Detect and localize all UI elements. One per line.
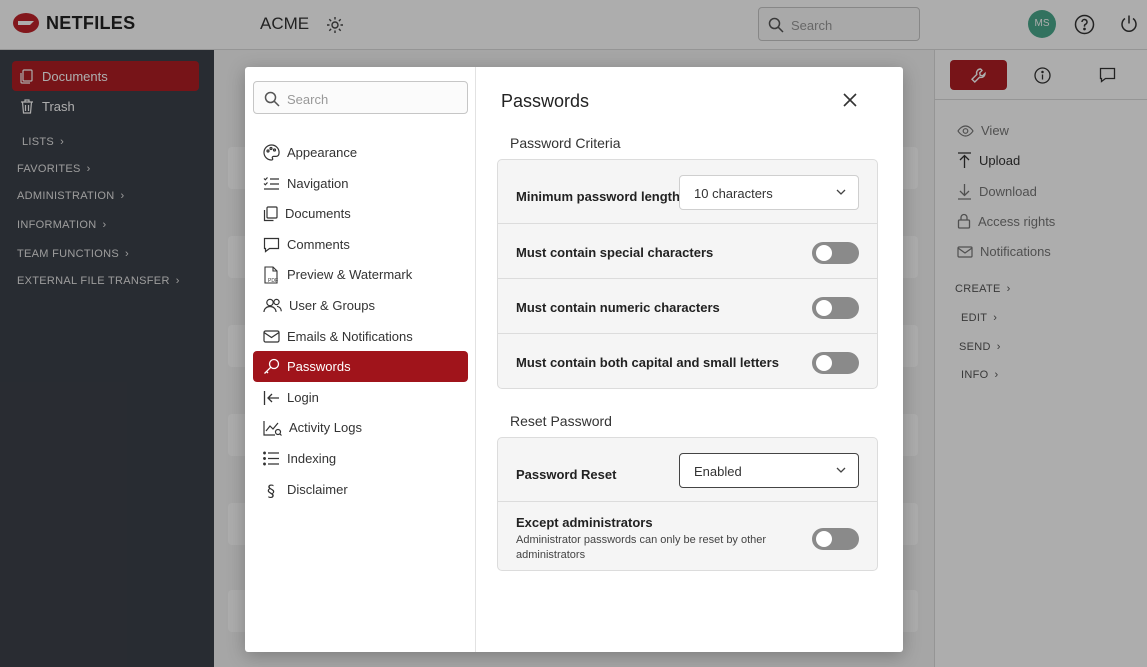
setting-row-min-length: Minimum password length 10 characters	[498, 160, 877, 224]
list-icon	[263, 451, 279, 466]
nav-label: Emails & Notifications	[287, 329, 413, 344]
checklist-icon	[263, 177, 279, 190]
login-icon	[263, 390, 279, 405]
chevron-down-icon	[836, 467, 846, 473]
search-icon	[264, 91, 280, 107]
reset-password-card: Password Reset Enabled Except administra…	[497, 437, 878, 571]
nav-login[interactable]: Login	[253, 382, 468, 413]
nav-passwords[interactable]: Passwords	[253, 351, 468, 382]
nav-disclaimer[interactable]: § Disclaimer	[253, 474, 468, 505]
setting-description: Administrator passwords can only be rese…	[516, 534, 767, 561]
nav-label: Appearance	[287, 145, 358, 160]
setting-label: Minimum password length	[516, 189, 680, 204]
nav-label: Indexing	[287, 451, 337, 466]
envelope-icon	[263, 330, 280, 343]
nav-label: Activity Logs	[289, 420, 362, 435]
special-characters-toggle[interactable]	[812, 242, 859, 264]
palette-icon	[263, 144, 280, 161]
setting-label: Password Reset	[516, 467, 617, 482]
setting-label: Must contain numeric characters	[516, 300, 720, 315]
setting-row-reset: Password Reset Enabled	[498, 438, 877, 502]
settings-dialog: Search Appearance Navigation Documents C…	[245, 67, 903, 652]
settings-content: Passwords Password Criteria Minimum pass…	[476, 67, 903, 652]
nav-label: Documents	[285, 206, 351, 221]
section-title-criteria: Password Criteria	[510, 135, 621, 151]
chevron-down-icon	[836, 189, 846, 195]
setting-row-special: Must contain special characters	[498, 224, 877, 279]
select-value: Enabled	[694, 464, 742, 479]
password-reset-select[interactable]: Enabled	[679, 453, 859, 488]
documents-icon	[263, 205, 278, 221]
nav-label: Navigation	[287, 176, 349, 191]
nav-label: Login	[287, 390, 319, 405]
nav-emails-notifications[interactable]: Emails & Notifications	[253, 321, 468, 352]
nav-label: Preview & Watermark	[287, 267, 413, 282]
close-icon[interactable]	[843, 93, 857, 107]
mixed-case-toggle[interactable]	[812, 352, 859, 374]
setting-label: Must contain special characters	[516, 245, 714, 260]
dialog-title: Passwords	[501, 91, 590, 111]
comment-icon	[263, 237, 280, 253]
nav-documents[interactable]: Documents	[253, 198, 468, 229]
setting-label: Except administrators	[516, 515, 653, 530]
numeric-characters-toggle[interactable]	[812, 297, 859, 319]
setting-row-except-admins: Except administrators Administrator pass…	[498, 502, 877, 570]
except-admins-toggle[interactable]	[812, 528, 859, 550]
nav-label: Passwords	[287, 359, 351, 374]
setting-label: Must contain both capital and small lett…	[516, 355, 779, 370]
activity-icon	[263, 420, 282, 436]
search-placeholder: Search	[287, 92, 329, 107]
setting-row-numeric: Must contain numeric characters	[498, 279, 877, 334]
section-title-reset: Reset Password	[510, 413, 612, 429]
pdf-icon: PDF	[264, 265, 278, 284]
nav-appearance[interactable]: Appearance	[253, 137, 468, 168]
svg-text:PDF: PDF	[268, 278, 278, 284]
nav-navigation[interactable]: Navigation	[253, 168, 468, 199]
setting-row-case: Must contain both capital and small lett…	[498, 334, 877, 388]
password-criteria-card: Minimum password length 10 characters Mu…	[497, 159, 878, 389]
nav-user-groups[interactable]: User & Groups	[253, 290, 468, 321]
nav-activity-logs[interactable]: Activity Logs	[253, 412, 468, 443]
nav-label: User & Groups	[289, 298, 375, 313]
settings-nav: Search Appearance Navigation Documents C…	[245, 67, 476, 652]
nav-label: Comments	[287, 237, 350, 252]
nav-preview-watermark[interactable]: PDF Preview & Watermark	[253, 259, 468, 290]
nav-comments[interactable]: Comments	[253, 229, 468, 260]
section-icon: §	[267, 481, 275, 499]
min-length-select[interactable]: 10 characters	[679, 175, 859, 210]
nav-indexing[interactable]: Indexing	[253, 443, 468, 474]
select-value: 10 characters	[694, 186, 773, 201]
svg-text:§: §	[267, 481, 275, 499]
users-icon	[263, 298, 282, 313]
key-icon	[264, 358, 280, 374]
settings-search-input[interactable]: Search	[253, 81, 468, 114]
nav-label: Disclaimer	[287, 482, 348, 497]
